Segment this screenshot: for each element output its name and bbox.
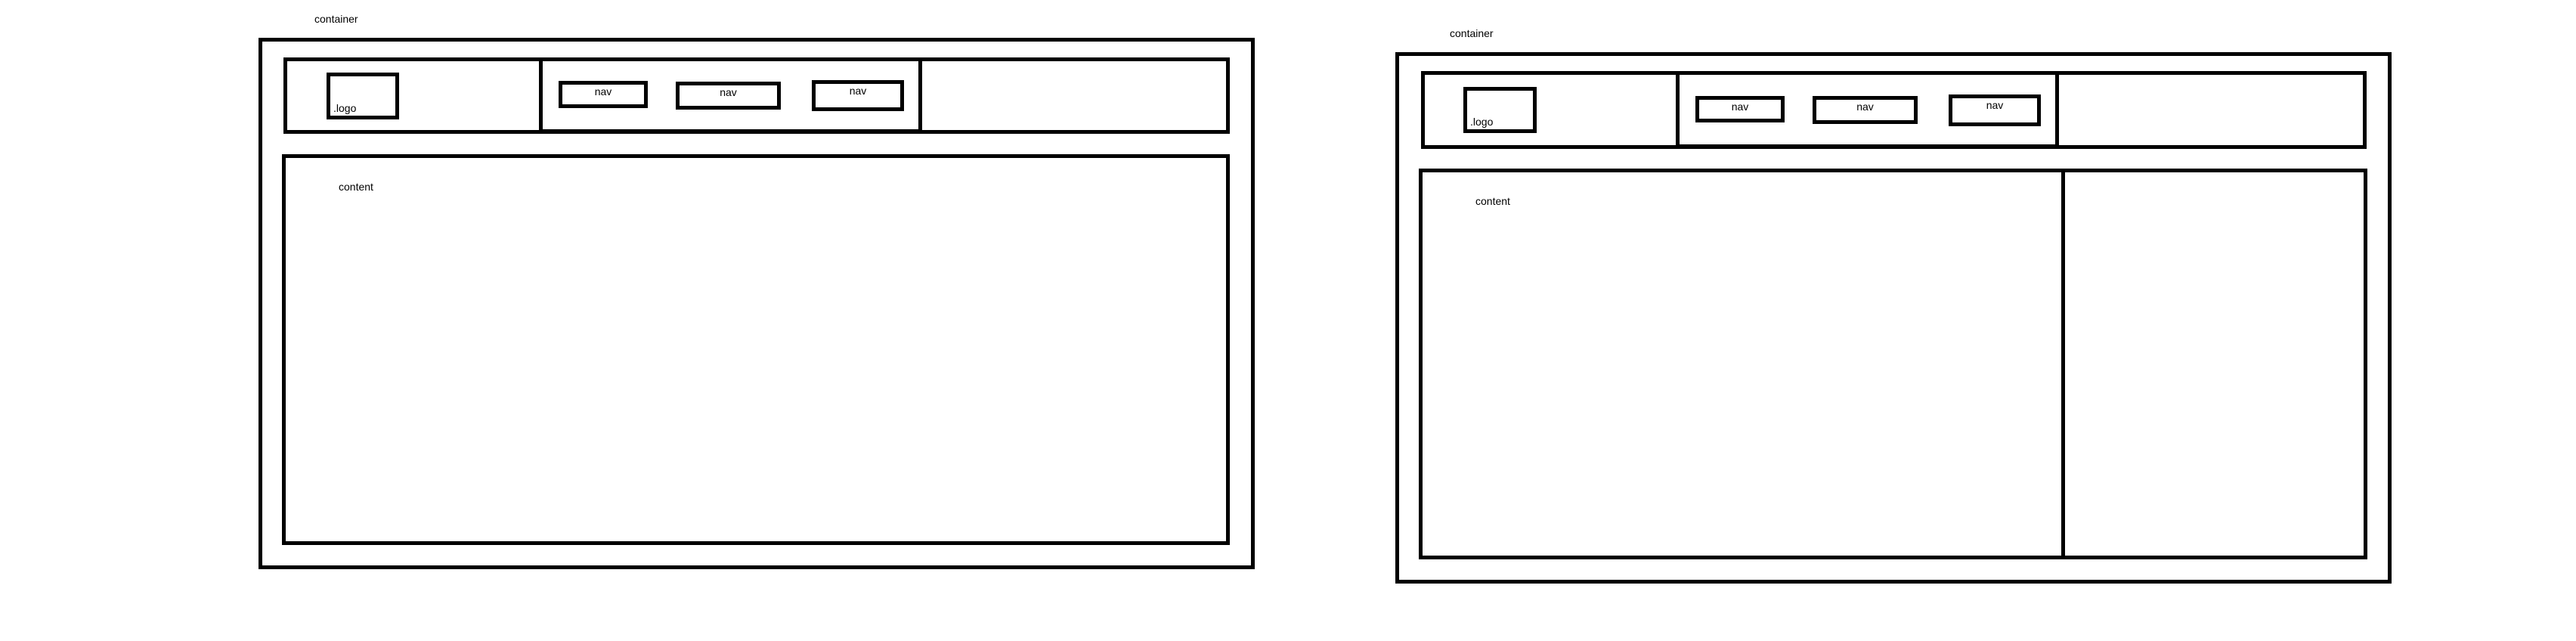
nav-item[interactable]: nav xyxy=(1813,96,1918,124)
nav-item-label: nav xyxy=(1731,101,1749,113)
nav-item-label: nav xyxy=(1856,101,1874,113)
nav-item-label: nav xyxy=(1986,99,2004,111)
content-label: content xyxy=(339,181,373,193)
logo-box: .logo xyxy=(327,73,399,119)
nav-item-label: nav xyxy=(849,85,867,97)
logo-label: .logo xyxy=(1470,116,1494,128)
wireframe-layout-1: container .logo nav nav nav content xyxy=(0,0,1285,641)
container-label: container xyxy=(1450,27,1494,39)
nav-item-label: nav xyxy=(720,86,737,98)
nav-item[interactable]: nav xyxy=(812,80,904,111)
logo-box: .logo xyxy=(1463,87,1537,133)
logo-label: .logo xyxy=(333,102,357,114)
content-box xyxy=(282,154,1230,545)
container-label: container xyxy=(314,13,358,25)
nav-item[interactable]: nav xyxy=(1695,96,1785,122)
content-label: content xyxy=(1475,195,1510,207)
nav-item[interactable]: nav xyxy=(559,81,648,108)
wireframe-layout-2: container .logo nav nav nav content xyxy=(1285,0,2576,641)
content-box xyxy=(1419,169,2065,559)
sidebar-box xyxy=(2061,169,2367,559)
nav-item[interactable]: nav xyxy=(676,82,781,110)
nav-item[interactable]: nav xyxy=(1949,94,2041,126)
nav-item-label: nav xyxy=(594,85,612,98)
